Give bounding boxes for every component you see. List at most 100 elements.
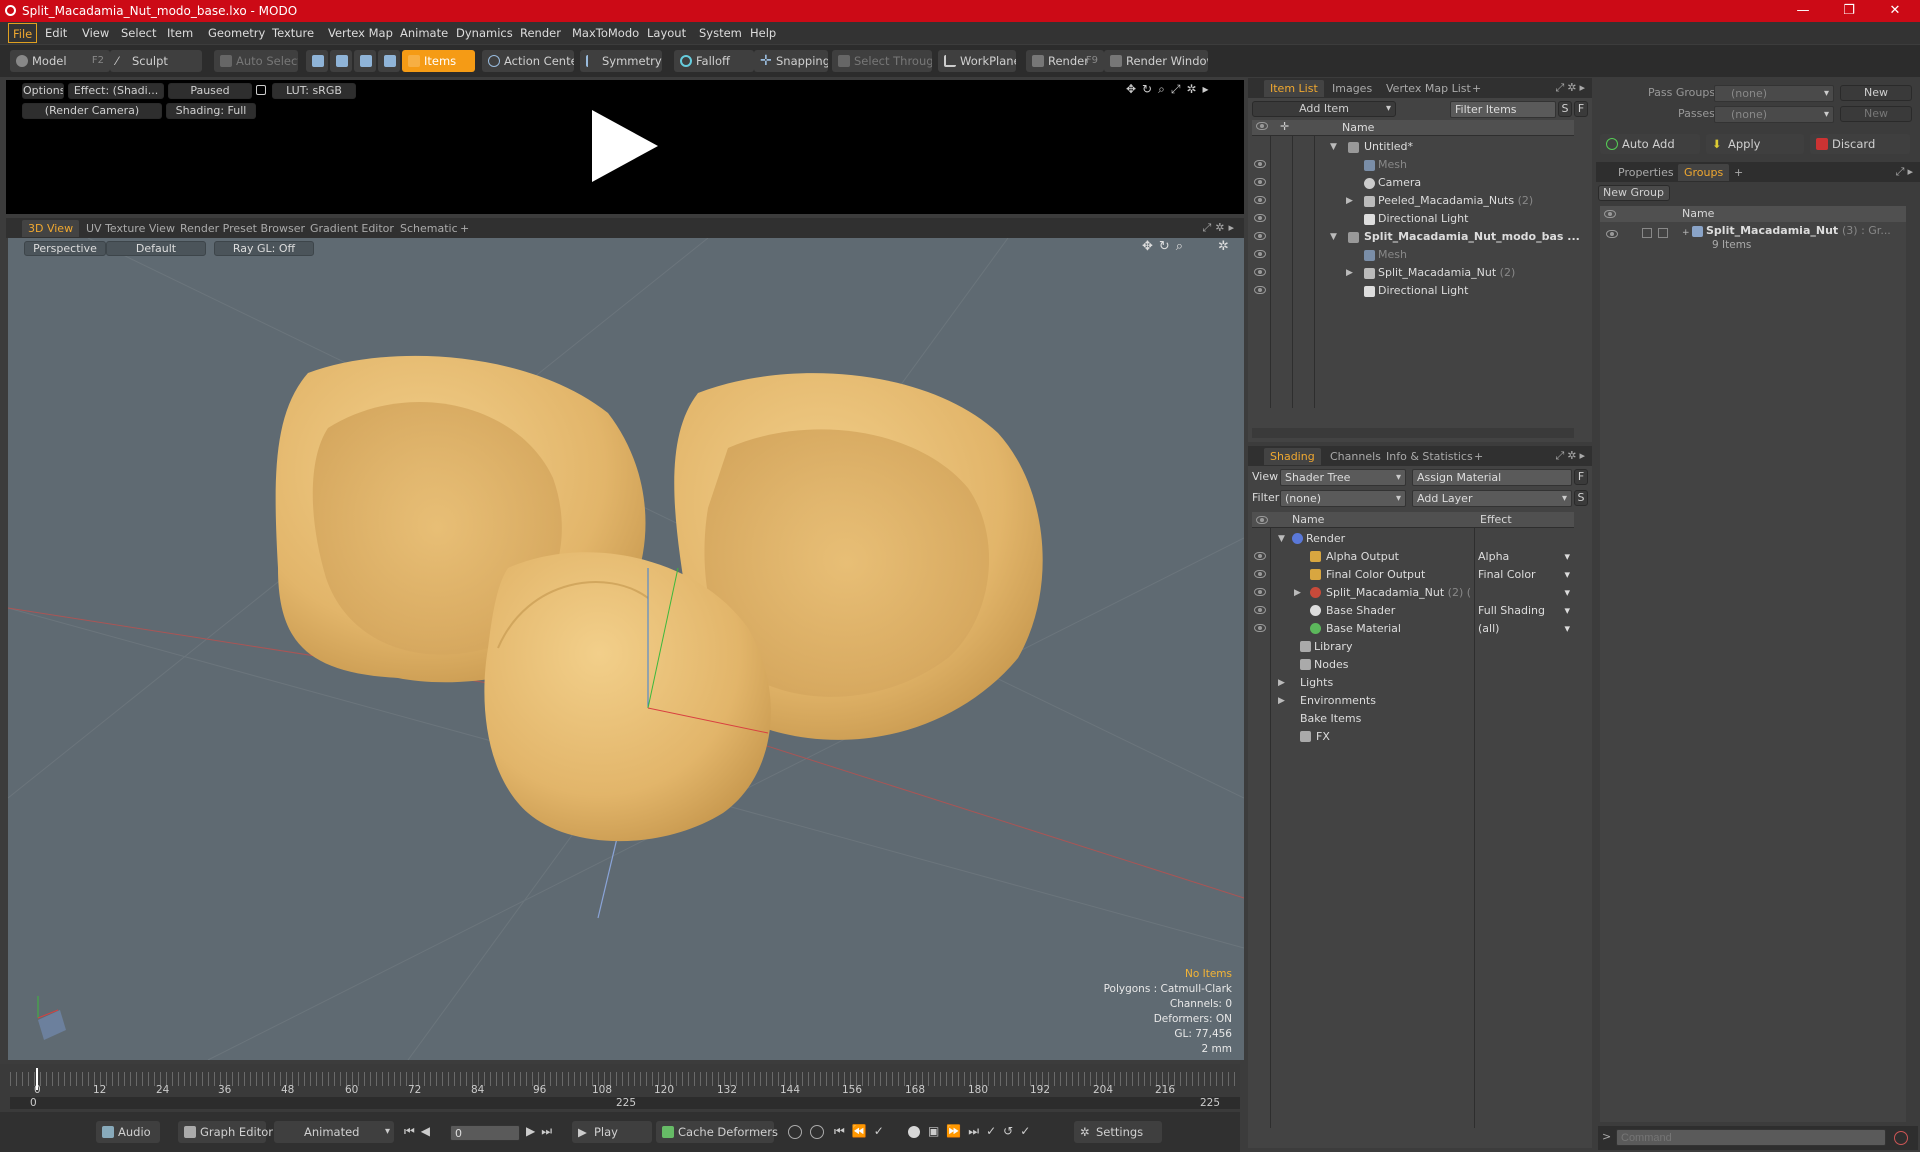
key-tools-icons[interactable]: ▣⏩⏭✓↺✓ bbox=[928, 1124, 1037, 1139]
shader-row-base-material[interactable]: Base Material bbox=[1326, 620, 1401, 638]
falloff-button[interactable]: Falloff bbox=[674, 50, 754, 72]
shader-row-fx[interactable]: FX bbox=[1316, 728, 1330, 746]
shader-filter-dropdown[interactable]: (none) bbox=[1280, 490, 1406, 507]
item-list-name-column[interactable]: Name bbox=[1342, 121, 1374, 134]
materials-mode-button[interactable] bbox=[378, 50, 400, 72]
cache-deformers-button[interactable]: Cache Deformers bbox=[656, 1121, 778, 1143]
add-layer-dropdown[interactable]: Add Layer bbox=[1412, 490, 1572, 507]
group-checkbox[interactable] bbox=[1658, 228, 1668, 238]
preview-nav-icons[interactable]: ✥↻⌕⤢✲▸ bbox=[1126, 82, 1215, 97]
play-button[interactable]: ▶ Play bbox=[572, 1121, 652, 1143]
assign-material-button[interactable]: Assign Material bbox=[1412, 469, 1572, 486]
tab-groups[interactable]: Groups bbox=[1678, 164, 1730, 181]
perspective-dropdown[interactable]: Perspective bbox=[24, 241, 106, 256]
effect-all-dropdown[interactable]: (all) ▾ bbox=[1478, 620, 1572, 638]
preview-lut-dropdown[interactable]: LUT: sRGB bbox=[272, 83, 356, 99]
close-button[interactable]: ✕ bbox=[1872, 0, 1918, 22]
add-item-dropdown[interactable]: Add Item bbox=[1252, 101, 1396, 117]
tab-3d-view[interactable]: 3D View bbox=[22, 220, 80, 237]
items-mode-button[interactable]: Items bbox=[402, 50, 475, 72]
model-mode-button[interactable]: Model F2 bbox=[10, 50, 110, 72]
frame-input[interactable]: 0 bbox=[450, 1125, 520, 1141]
viewport-settings-icon[interactable]: ✲ bbox=[1218, 239, 1229, 254]
record-icon[interactable] bbox=[908, 1126, 920, 1138]
filter-items-input[interactable]: Filter Items bbox=[1450, 101, 1556, 118]
frame-step-back-icons[interactable]: ⏮◀ bbox=[404, 1124, 436, 1139]
tab-channels[interactable]: Channels bbox=[1324, 448, 1387, 465]
tab-vertex-map-list[interactable]: Vertex Map List bbox=[1380, 80, 1477, 97]
key-nav-icons[interactable]: ⏮⏪✓ bbox=[834, 1124, 891, 1139]
tab-shading[interactable]: Shading bbox=[1264, 448, 1321, 465]
shader-row-bake-items[interactable]: Bake Items bbox=[1300, 710, 1361, 728]
view-panel-controls-icon[interactable]: ⤢✲▸ bbox=[1202, 221, 1238, 235]
new-pass-button[interactable]: New bbox=[1840, 106, 1912, 122]
auto-add-button[interactable]: Auto Add bbox=[1600, 134, 1700, 154]
3d-viewport[interactable]: Perspective Default Ray GL: Off ✥↻⌕ ✲ No… bbox=[8, 238, 1244, 1060]
group-checkbox[interactable] bbox=[1642, 228, 1652, 238]
lock-icon[interactable] bbox=[256, 85, 266, 95]
frame-step-forward-icons[interactable]: ▶⏭ bbox=[526, 1124, 558, 1139]
polygons-mode-button[interactable] bbox=[354, 50, 376, 72]
menu-help[interactable]: Help bbox=[746, 22, 780, 44]
vertices-mode-button[interactable] bbox=[306, 50, 328, 72]
add-tab-button[interactable]: + bbox=[1468, 448, 1489, 465]
select-through-button[interactable]: Select Through bbox=[832, 50, 932, 72]
animated-dropdown[interactable]: Animated bbox=[274, 1121, 394, 1143]
preview-shading-dropdown[interactable]: Shading: Full bbox=[166, 103, 256, 119]
command-input[interactable] bbox=[1616, 1129, 1886, 1146]
menu-edit[interactable]: Edit bbox=[41, 22, 71, 44]
menu-geometry[interactable]: Geometry bbox=[204, 22, 269, 44]
shader-row-nodes[interactable]: Nodes bbox=[1314, 656, 1348, 674]
ray-gl-toggle[interactable]: Ray GL: Off bbox=[214, 241, 314, 256]
shading-f-button[interactable]: F bbox=[1574, 469, 1588, 485]
workplane-button[interactable]: WorkPlane bbox=[938, 50, 1016, 72]
panel-controls-icon[interactable]: ⤢✲▸ bbox=[1555, 449, 1588, 463]
maximize-button[interactable]: ❐ bbox=[1826, 0, 1872, 22]
effect-final-color-dropdown[interactable]: Final Color ▾ bbox=[1478, 566, 1572, 584]
menu-maxtomodo[interactable]: MaxToModo bbox=[568, 22, 643, 44]
item-row-camera[interactable]: Camera bbox=[1378, 174, 1421, 192]
menu-file[interactable]: File bbox=[8, 23, 38, 43]
tab-info-statistics[interactable]: Info & Statistics bbox=[1380, 448, 1479, 465]
shader-row-final-color-output[interactable]: Final Color Output bbox=[1326, 566, 1425, 584]
auto-select-button[interactable]: Auto Select bbox=[214, 50, 298, 72]
item-row-directional-light[interactable]: Directional Light bbox=[1378, 210, 1468, 228]
groups-name-column[interactable]: Name bbox=[1682, 207, 1714, 220]
item-row-split-macadamia-nut[interactable]: Split_Macadamia_Nut (2) bbox=[1378, 264, 1515, 282]
minimize-button[interactable]: — bbox=[1780, 0, 1826, 22]
tab-render-preset-browser[interactable]: Render Preset Browser bbox=[174, 220, 311, 237]
shader-view-dropdown[interactable]: Shader Tree bbox=[1280, 469, 1406, 486]
item-row-split-macadamia-scene[interactable]: Split_Macadamia_Nut_modo_bas ... bbox=[1364, 228, 1590, 246]
auto-key-icon[interactable] bbox=[810, 1125, 824, 1139]
preview-camera-dropdown[interactable]: (Render Camera) bbox=[22, 103, 162, 119]
shading-style-dropdown[interactable]: Default bbox=[106, 241, 206, 256]
item-list-s-button[interactable]: S bbox=[1558, 101, 1572, 117]
action-center-button[interactable]: Action Center bbox=[482, 50, 574, 72]
panel-controls-icon[interactable]: ⤢▸ bbox=[1896, 165, 1916, 179]
play-icon[interactable] bbox=[592, 110, 658, 182]
tab-item-list[interactable]: Item List bbox=[1264, 80, 1324, 97]
pass-groups-dropdown[interactable]: (none) bbox=[1714, 85, 1834, 102]
effect-alpha-dropdown[interactable]: Alpha ▾ bbox=[1478, 548, 1572, 566]
shader-row-alpha-output[interactable]: Alpha Output bbox=[1326, 548, 1399, 566]
render-button[interactable]: Render F9 bbox=[1026, 50, 1104, 72]
command-history-icon[interactable] bbox=[1894, 1131, 1908, 1145]
discard-button[interactable]: Discard bbox=[1810, 134, 1910, 154]
shading-s-button[interactable]: S bbox=[1574, 490, 1588, 506]
snapping-button[interactable]: ✛ Snapping bbox=[754, 50, 828, 72]
key-icon[interactable] bbox=[788, 1125, 802, 1139]
timeline[interactable]: 0 12 24 36 48 60 72 84 96 108 120 132 14… bbox=[0, 1064, 1240, 1112]
preview-paused-button[interactable]: Paused bbox=[168, 83, 252, 99]
effect-group-dropdown[interactable]: ▾ bbox=[1478, 584, 1572, 602]
tab-uv-texture-view[interactable]: UV Texture View bbox=[80, 220, 181, 237]
panel-controls-icon[interactable]: ⤢✲▸ bbox=[1555, 81, 1588, 95]
menu-texture[interactable]: Texture bbox=[268, 22, 318, 44]
audio-button[interactable]: Audio bbox=[96, 1121, 160, 1143]
tab-gradient-editor[interactable]: Gradient Editor bbox=[304, 220, 400, 237]
menu-vertex-map[interactable]: Vertex Map bbox=[324, 22, 397, 44]
apply-button[interactable]: ⬇ Apply bbox=[1706, 134, 1804, 154]
tab-images[interactable]: Images bbox=[1326, 80, 1378, 97]
new-pass-group-button[interactable]: New bbox=[1840, 85, 1912, 101]
item-list-scrollbar[interactable] bbox=[1252, 428, 1574, 438]
item-row-directional-light[interactable]: Directional Light bbox=[1378, 282, 1468, 300]
